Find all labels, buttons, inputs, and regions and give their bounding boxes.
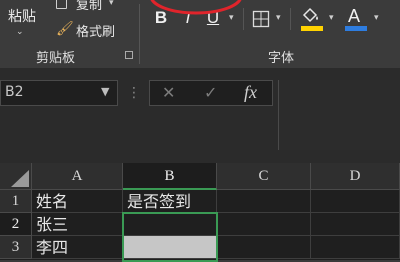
enter-icon[interactable]: ✓	[204, 83, 217, 102]
ribbon-separator	[139, 4, 140, 64]
fill-color-button[interactable]	[300, 6, 324, 32]
row-header-2[interactable]: 2	[0, 213, 32, 236]
cell-d2[interactable]	[311, 213, 400, 236]
paste-dropdown-icon[interactable]: ⌄	[16, 27, 24, 37]
select-all-button[interactable]	[0, 163, 32, 190]
select-all-triangle-icon	[11, 170, 29, 187]
font-color-button[interactable]: A	[344, 6, 368, 32]
clipboard-group-label: 剪贴板	[36, 51, 76, 66]
column-header-label: D	[349, 168, 361, 184]
font-color-label: A	[348, 6, 361, 26]
paste-button[interactable]: 粘贴 ⌄	[0, 0, 46, 44]
borders-dropdown-icon[interactable]: ▾	[276, 13, 281, 23]
fill-color-dropdown-icon[interactable]: ▾	[329, 13, 334, 23]
borders-icon	[252, 10, 270, 28]
cell-b1[interactable]: 是否签到	[123, 190, 217, 213]
column-header-label: C	[258, 168, 269, 184]
row-header-label: 2	[11, 216, 20, 232]
clipboard-dialog-launcher-icon[interactable]	[125, 51, 133, 59]
column-header-c[interactable]: C	[217, 163, 311, 190]
row-header-3[interactable]: 3	[0, 236, 32, 259]
cell-a3[interactable]: 李四	[32, 236, 123, 259]
copy-dropdown-icon[interactable]: ▾	[109, 0, 114, 8]
cell-c3[interactable]	[217, 236, 311, 259]
format-painter-icon: 🖌	[56, 21, 74, 37]
column-header-d[interactable]: D	[311, 163, 400, 190]
cell-a2[interactable]: 张三	[32, 213, 123, 236]
column-header-label: B	[164, 168, 175, 184]
highlight-ring	[150, 0, 242, 15]
fill-bucket-icon	[302, 7, 318, 23]
format-painter-label: 格式刷	[76, 25, 116, 40]
name-box[interactable]: B2 ▼	[0, 80, 118, 106]
cancel-icon[interactable]: ✕	[162, 83, 175, 102]
font-separator	[290, 8, 291, 30]
font-color-swatch	[345, 26, 367, 31]
ribbon: 粘贴 ⌄ 复制 ▾ 🖌 格式刷 剪贴板 B I U ▾ ▾ ▾ A ▾ 字体	[0, 0, 400, 68]
paste-label: 粘贴	[8, 9, 36, 25]
row-header-label: 1	[11, 193, 20, 209]
borders-button[interactable]	[252, 10, 270, 28]
format-painter-button[interactable]: 🖌 格式刷	[54, 20, 148, 40]
name-box-value: B2	[5, 84, 24, 100]
cell-d3[interactable]	[311, 236, 400, 259]
formula-bar-options[interactable]: ⋮	[124, 86, 144, 100]
font-separator	[243, 8, 244, 30]
column-header-label: A	[71, 168, 83, 184]
selection-border	[122, 212, 218, 262]
copy-icon	[56, 0, 67, 9]
cell-c2[interactable]	[217, 213, 311, 236]
formula-bar-tools: ✕ ✓ fx	[149, 80, 273, 106]
column-header-a[interactable]: A	[32, 163, 123, 190]
insert-function-button[interactable]: fx	[244, 82, 257, 103]
cell-c1[interactable]	[217, 190, 311, 213]
row-header-label: 3	[11, 239, 20, 255]
cell-a1[interactable]: 姓名	[32, 190, 123, 213]
font-color-dropdown-icon[interactable]: ▾	[374, 13, 379, 23]
formula-input[interactable]	[278, 80, 400, 150]
column-header-b[interactable]: B	[123, 163, 217, 190]
fill-color-swatch	[301, 26, 323, 31]
name-box-dropdown-icon[interactable]: ▼	[101, 85, 109, 98]
cell-d1[interactable]	[311, 190, 400, 213]
font-group-label: 字体	[268, 51, 295, 66]
copy-button[interactable]: 复制 ▾	[54, 0, 124, 13]
copy-label: 复制	[76, 0, 103, 13]
row-header-1[interactable]: 1	[0, 190, 32, 213]
